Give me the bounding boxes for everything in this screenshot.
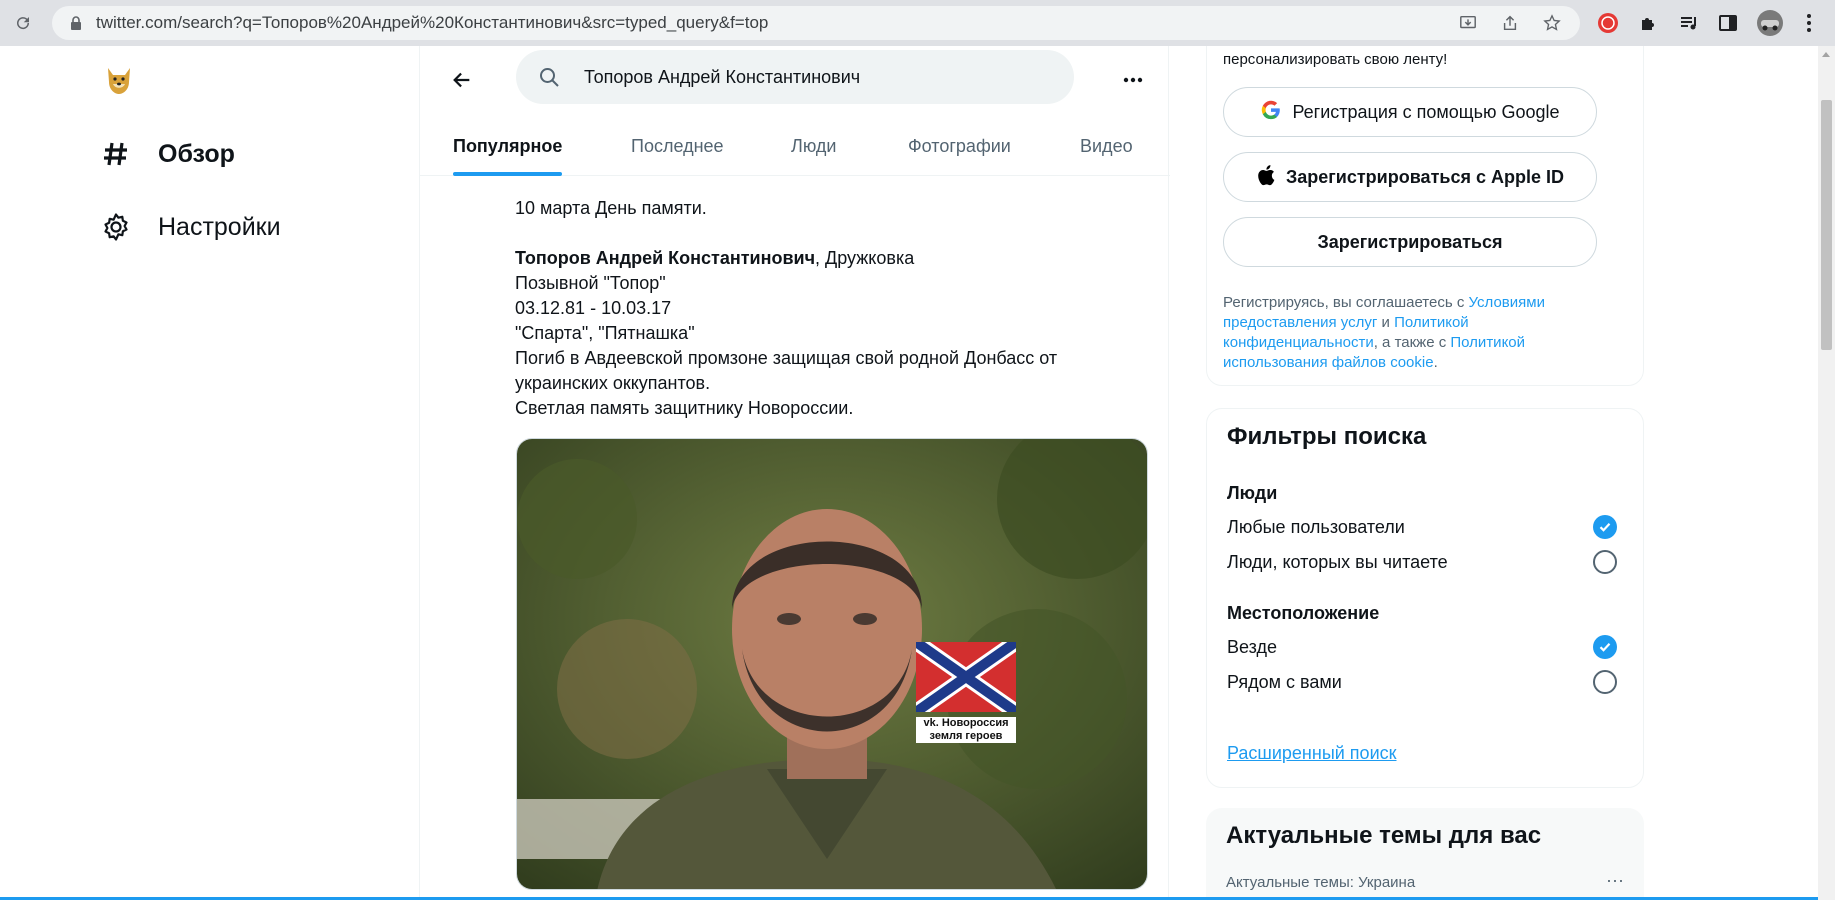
signup-button[interactable]: Зарегистрироваться	[1223, 217, 1597, 267]
people-section-label: Люди	[1227, 483, 1278, 503]
extension-m-icon[interactable]	[1596, 11, 1620, 35]
tweet-line: Топоров Андрей Константинович, Дружковка	[515, 248, 915, 268]
signup-label: Зарегистрироваться	[1317, 231, 1503, 252]
doge-logo-icon[interactable]	[102, 62, 136, 96]
novorossiya-flag-watermark: vk. Новороссия земля героев	[911, 635, 1021, 743]
extensions-puzzle-icon[interactable]	[1637, 11, 1661, 35]
filter-option-following[interactable]: Люди, которых вы читаете	[1227, 550, 1617, 574]
trends-title: Актуальные темы для вас	[1226, 822, 1542, 849]
search-icon	[538, 66, 560, 88]
install-icon[interactable]	[1458, 13, 1478, 33]
gear-icon	[100, 211, 132, 243]
watermark-text: земля героев	[929, 730, 1003, 742]
browser-menu-icon[interactable]	[1797, 11, 1821, 35]
bookmark-star-icon[interactable]	[1542, 13, 1562, 33]
apple-icon	[1256, 164, 1276, 191]
more-options-icon[interactable]	[1113, 60, 1153, 100]
side-panel-icon[interactable]	[1716, 11, 1740, 35]
nav-label: Настройки	[158, 212, 281, 241]
apple-signup-label: Зарегистрироваться с Apple ID	[1286, 166, 1564, 187]
active-tab-indicator	[453, 172, 563, 176]
browser-toolbar: twitter.com/search?q=Топоров%20Андрей%20…	[0, 0, 1835, 46]
filter-option-anyone[interactable]: Любые пользователи	[1227, 515, 1617, 539]
apple-signup-button[interactable]: Зарегистрироваться с Apple ID	[1223, 152, 1597, 202]
filters-title: Фильтры поиска	[1227, 423, 1427, 450]
back-arrow-icon[interactable]	[442, 60, 482, 100]
google-icon	[1260, 99, 1282, 126]
profile-avatar-icon[interactable]	[1755, 8, 1785, 38]
share-icon[interactable]	[1500, 13, 1520, 33]
trends-card: Актуальные темы для вас Актуальные темы:…	[1206, 808, 1644, 900]
reload-icon[interactable]	[0, 0, 46, 46]
nav-item-explore[interactable]: Обзор	[100, 138, 235, 170]
advanced-search-link[interactable]: Расширенный поиск	[1227, 743, 1397, 764]
radio-unchecked-icon[interactable]	[1593, 550, 1617, 574]
tweet-line: Позывной "Топор"	[515, 273, 666, 293]
radio-checked-icon[interactable]	[1593, 635, 1617, 659]
tweet-line: украинских оккупантов.	[515, 373, 711, 393]
tab-people[interactable]: Люди	[791, 116, 836, 176]
tab-videos[interactable]: Видео	[1080, 116, 1133, 176]
tweet-line: 03.12.81 - 10.03.17	[515, 298, 672, 318]
watermark-text: vk. Новороссия	[923, 717, 1009, 729]
url-text[interactable]: twitter.com/search?q=Топоров%20Андрей%20…	[96, 13, 768, 33]
google-signup-label: Регистрация с помощью Google	[1292, 101, 1560, 122]
signup-prompt: персонализировать свою ленту!	[1223, 51, 1448, 68]
tab-latest[interactable]: Последнее	[631, 116, 724, 176]
nav-label: Обзор	[158, 139, 235, 168]
tweet-line: "Спарта", "Пятнашка"	[515, 323, 695, 343]
location-section-label: Местоположение	[1227, 603, 1380, 623]
hashtag-icon	[100, 138, 132, 170]
search-tabs: Популярное Последнее Люди Фотографии Вид…	[420, 116, 1170, 176]
search-filters-card: Фильтры поиска Люди Любые пользователи Л…	[1206, 408, 1644, 788]
radio-checked-icon[interactable]	[1593, 515, 1617, 539]
lock-icon[interactable]	[68, 15, 84, 31]
tweet-name: Топоров Андрей Константинович	[515, 248, 816, 268]
tweet-line: 10 марта День памяти.	[515, 198, 707, 218]
twitter-page: Обзор Настройки Топоров Андрей Константи…	[0, 46, 1835, 900]
search-box[interactable]: Топоров Андрей Константинович	[516, 50, 1074, 104]
page-scrollbar[interactable]	[1818, 46, 1835, 900]
filter-option-anywhere[interactable]: Везде	[1227, 635, 1617, 659]
address-bar[interactable]: twitter.com/search?q=Топоров%20Андрей%20…	[52, 6, 1580, 40]
legal-text: Регистрируясь, вы соглашаетесь с Условия…	[1223, 294, 1545, 371]
tweet-text: 10 марта День памяти. Топоров Андрей Кон…	[515, 196, 1115, 421]
media-playlist-icon[interactable]	[1677, 11, 1701, 35]
google-signup-button[interactable]: Регистрация с помощью Google	[1223, 87, 1597, 137]
tweet-photo[interactable]: vk. Новороссия земля героев	[516, 438, 1148, 890]
scrollbar-thumb[interactable]	[1821, 100, 1832, 350]
tab-top[interactable]: Популярное	[453, 116, 563, 176]
search-input[interactable]: Топоров Андрей Константинович	[584, 67, 860, 88]
trend-context: Актуальные темы: Украина	[1226, 874, 1416, 891]
tab-photos[interactable]: Фотографии	[908, 116, 1011, 176]
search-results-column: Топоров Андрей Константинович Популярное…	[419, 46, 1170, 900]
tweet-line: Погиб в Авдеевской промзоне защищая свой…	[515, 348, 1058, 368]
radio-unchecked-icon[interactable]	[1593, 670, 1617, 694]
nav-item-settings[interactable]: Настройки	[100, 211, 281, 243]
tweet-line: Светлая память защитнику Новороссии.	[515, 398, 854, 418]
trend-more-icon[interactable]: ···	[1606, 870, 1624, 891]
signup-card: персонализировать свою ленту! Регистраци…	[1206, 46, 1644, 386]
scroll-up-arrow-icon[interactable]	[1822, 52, 1830, 57]
filter-option-near-you[interactable]: Рядом с вами	[1227, 670, 1617, 694]
